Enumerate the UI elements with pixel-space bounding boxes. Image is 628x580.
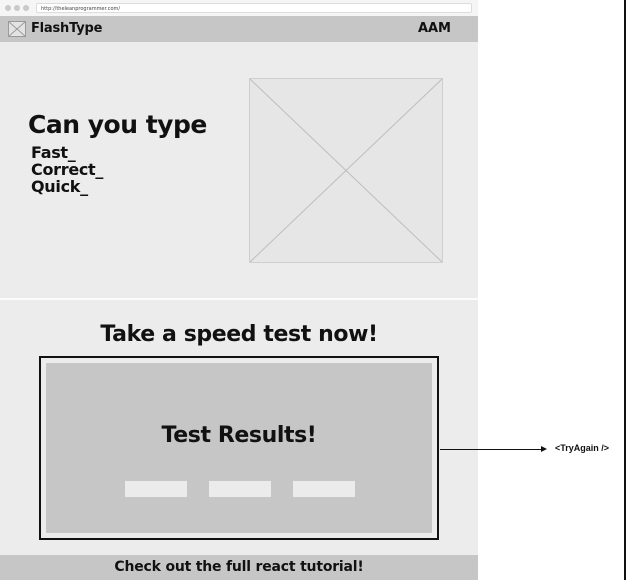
result-box-2 [209, 481, 271, 497]
annotation-line [440, 449, 541, 450]
image-placeholder-icon [8, 21, 26, 37]
hero-line-correct: Correct_ [31, 160, 104, 179]
navbar: FlashType AAM [0, 16, 478, 42]
annotation-label: <TryAgain /> [555, 443, 610, 453]
result-box-1 [125, 481, 187, 497]
hero-typing-list: Fast_ Correct_ Quick_ [31, 144, 103, 195]
hero-image-placeholder [249, 78, 443, 263]
annotation-arrow-icon [541, 446, 547, 452]
hero-line-fast: Fast_ [31, 143, 76, 162]
nav-right-text: AAM [417, 21, 451, 36]
speed-test-heading: Take a speed test now! [100, 322, 378, 347]
hero-title: Can you type [28, 110, 207, 139]
canvas-border [624, 0, 626, 580]
hero-line-quick: Quick_ [31, 177, 88, 196]
browser-chrome: http://theleanprogrammer.com/ [0, 0, 478, 17]
test-results-card: Test Results! [46, 363, 432, 533]
footer-link[interactable]: Check out the full react tutorial! [0, 555, 478, 580]
window-minimize-dot[interactable] [14, 5, 20, 11]
test-results-title: Test Results! [161, 423, 317, 448]
window-close-dot[interactable] [5, 5, 11, 11]
section-divider [0, 298, 478, 300]
image-placeholder-icon [250, 79, 442, 262]
test-results-panel: Test Results! [39, 356, 439, 540]
brand-name[interactable]: FlashType [31, 21, 102, 36]
window-maximize-dot[interactable] [23, 5, 29, 11]
page-frame: http://theleanprogrammer.com/ FlashType … [0, 0, 478, 580]
address-bar[interactable]: http://theleanprogrammer.com/ [36, 3, 472, 13]
result-box-3 [293, 481, 355, 497]
